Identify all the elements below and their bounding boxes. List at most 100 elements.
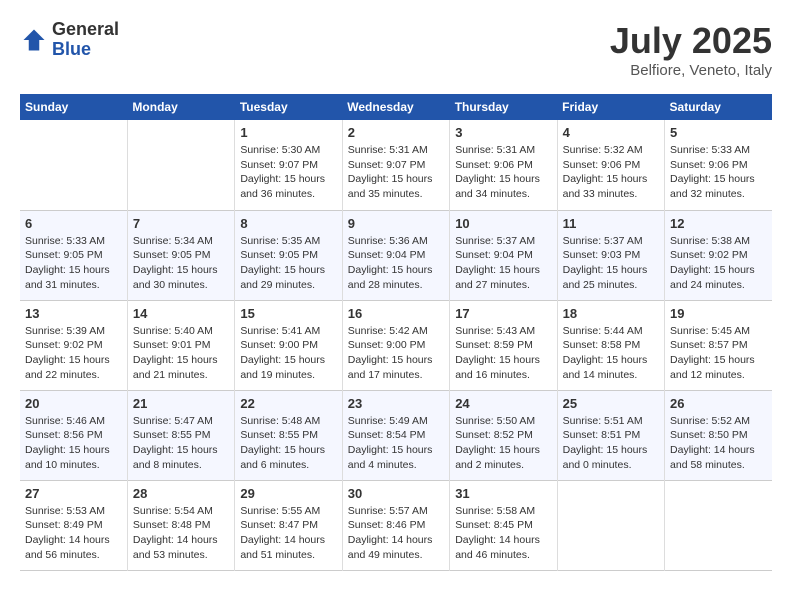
day-info: Sunrise: 5:45 AMSunset: 8:57 PMDaylight:… <box>670 324 767 383</box>
day-header-wednesday: Wednesday <box>342 94 449 120</box>
calendar-cell: 8 Sunrise: 5:35 AMSunset: 9:05 PMDaylight… <box>235 210 342 300</box>
week-row-4: 20 Sunrise: 5:46 AMSunset: 8:56 PMDayligh… <box>20 390 772 480</box>
day-info: Sunrise: 5:49 AMSunset: 8:54 PMDaylight:… <box>348 414 444 473</box>
day-info: Sunrise: 5:54 AMSunset: 8:48 PMDaylight:… <box>133 504 229 563</box>
day-number: 30 <box>348 486 444 501</box>
day-info: Sunrise: 5:46 AMSunset: 8:56 PMDaylight:… <box>25 414 122 473</box>
calendar-cell: 7 Sunrise: 5:34 AMSunset: 9:05 PMDaylight… <box>127 210 234 300</box>
day-number: 31 <box>455 486 551 501</box>
day-info: Sunrise: 5:31 AMSunset: 9:06 PMDaylight:… <box>455 143 551 202</box>
calendar-cell: 11 Sunrise: 5:37 AMSunset: 9:03 PMDayligh… <box>557 210 664 300</box>
day-number: 29 <box>240 486 336 501</box>
calendar-cell: 17Sunrise: 5:43 AMSunset: 8:59 PMDayligh… <box>450 300 557 390</box>
day-number: 7 <box>133 216 229 231</box>
day-number: 11 <box>563 216 659 231</box>
day-info: Sunrise: 5:40 AMSunset: 9:01 PMDaylight:… <box>133 324 229 383</box>
day-info: Sunrise: 5:41 AMSunset: 9:00 PMDaylight:… <box>240 324 336 383</box>
calendar-cell <box>20 120 127 210</box>
day-number: 1 <box>240 125 336 140</box>
day-info: Sunrise: 5:33 AMSunset: 9:05 PMDaylight:… <box>25 234 122 293</box>
calendar-cell: 25 Sunrise: 5:51 AMSunset: 8:51 PMDayligh… <box>557 390 664 480</box>
day-number: 25 <box>563 396 659 411</box>
day-info: Sunrise: 5:38 AMSunset: 9:02 PMDaylight:… <box>670 234 767 293</box>
logo-icon <box>20 26 48 54</box>
day-info: Sunrise: 5:53 AMSunset: 8:49 PMDaylight:… <box>25 504 122 563</box>
day-number: 10 <box>455 216 551 231</box>
day-info: Sunrise: 5:37 AMSunset: 9:03 PMDaylight:… <box>563 234 659 293</box>
day-number: 12 <box>670 216 767 231</box>
day-number: 17 <box>455 306 551 321</box>
day-info: Sunrise: 5:44 AMSunset: 8:58 PMDaylight:… <box>563 324 659 383</box>
day-info: Sunrise: 5:51 AMSunset: 8:51 PMDaylight:… <box>563 414 659 473</box>
day-header-thursday: Thursday <box>450 94 557 120</box>
logo-text: General Blue <box>52 20 119 60</box>
calendar-cell: 13Sunrise: 5:39 AMSunset: 9:02 PMDayligh… <box>20 300 127 390</box>
calendar-cell: 24Sunrise: 5:50 AMSunset: 8:52 PMDayligh… <box>450 390 557 480</box>
day-info: Sunrise: 5:57 AMSunset: 8:46 PMDaylight:… <box>348 504 444 563</box>
calendar-cell: 3 Sunrise: 5:31 AMSunset: 9:06 PMDaylight… <box>450 120 557 210</box>
day-number: 5 <box>670 125 767 140</box>
day-number: 27 <box>25 486 122 501</box>
day-number: 23 <box>348 396 444 411</box>
week-row-1: 1 Sunrise: 5:30 AMSunset: 9:07 PMDaylight… <box>20 120 772 210</box>
day-info: Sunrise: 5:37 AMSunset: 9:04 PMDaylight:… <box>455 234 551 293</box>
calendar-cell: 5 Sunrise: 5:33 AMSunset: 9:06 PMDaylight… <box>665 120 772 210</box>
calendar-cell: 9Sunrise: 5:36 AMSunset: 9:04 PMDaylight… <box>342 210 449 300</box>
week-row-2: 6Sunrise: 5:33 AMSunset: 9:05 PMDaylight… <box>20 210 772 300</box>
calendar-cell: 23 Sunrise: 5:49 AMSunset: 8:54 PMDayligh… <box>342 390 449 480</box>
day-header-saturday: Saturday <box>665 94 772 120</box>
day-number: 22 <box>240 396 336 411</box>
day-info: Sunrise: 5:33 AMSunset: 9:06 PMDaylight:… <box>670 143 767 202</box>
day-info: Sunrise: 5:39 AMSunset: 9:02 PMDaylight:… <box>25 324 122 383</box>
day-info: Sunrise: 5:34 AMSunset: 9:05 PMDaylight:… <box>133 234 229 293</box>
calendar-cell <box>127 120 234 210</box>
calendar-cell: 26Sunrise: 5:52 AMSunset: 8:50 PMDayligh… <box>665 390 772 480</box>
calendar-cell: 14 Sunrise: 5:40 AMSunset: 9:01 PMDayligh… <box>127 300 234 390</box>
calendar-cell <box>665 480 772 570</box>
day-info: Sunrise: 5:36 AMSunset: 9:04 PMDaylight:… <box>348 234 444 293</box>
day-info: Sunrise: 5:50 AMSunset: 8:52 PMDaylight:… <box>455 414 551 473</box>
day-info: Sunrise: 5:30 AMSunset: 9:07 PMDaylight:… <box>240 143 336 202</box>
calendar-cell: 18 Sunrise: 5:44 AMSunset: 8:58 PMDayligh… <box>557 300 664 390</box>
day-number: 8 <box>240 216 336 231</box>
day-number: 18 <box>563 306 659 321</box>
day-header-row: SundayMondayTuesdayWednesdayThursdayFrid… <box>20 94 772 120</box>
calendar-cell: 19 Sunrise: 5:45 AMSunset: 8:57 PMDayligh… <box>665 300 772 390</box>
day-info: Sunrise: 5:35 AMSunset: 9:05 PMDaylight:… <box>240 234 336 293</box>
calendar-cell: 12 Sunrise: 5:38 AMSunset: 9:02 PMDayligh… <box>665 210 772 300</box>
day-number: 21 <box>133 396 229 411</box>
day-number: 3 <box>455 125 551 140</box>
calendar-table: SundayMondayTuesdayWednesdayThursdayFrid… <box>20 94 772 571</box>
day-info: Sunrise: 5:47 AMSunset: 8:55 PMDaylight:… <box>133 414 229 473</box>
day-number: 20 <box>25 396 122 411</box>
month-title: July 2025 <box>610 20 772 62</box>
location-subtitle: Belfiore, Veneto, Italy <box>610 62 772 79</box>
calendar-cell: 31 Sunrise: 5:58 AMSunset: 8:45 PMDayligh… <box>450 480 557 570</box>
day-info: Sunrise: 5:32 AMSunset: 9:06 PMDaylight:… <box>563 143 659 202</box>
day-number: 19 <box>670 306 767 321</box>
day-number: 2 <box>348 125 444 140</box>
calendar-cell: 16Sunrise: 5:42 AMSunset: 9:00 PMDayligh… <box>342 300 449 390</box>
calendar-cell: 29Sunrise: 5:55 AMSunset: 8:47 PMDayligh… <box>235 480 342 570</box>
page-header: General Blue July 2025 Belfiore, Veneto,… <box>20 20 772 79</box>
calendar-cell: 30 Sunrise: 5:57 AMSunset: 8:46 PMDayligh… <box>342 480 449 570</box>
day-number: 15 <box>240 306 336 321</box>
day-header-monday: Monday <box>127 94 234 120</box>
day-info: Sunrise: 5:58 AMSunset: 8:45 PMDaylight:… <box>455 504 551 563</box>
day-number: 14 <box>133 306 229 321</box>
calendar-cell: 15 Sunrise: 5:41 AMSunset: 9:00 PMDayligh… <box>235 300 342 390</box>
logo-blue-text: Blue <box>52 40 119 60</box>
calendar-cell: 21 Sunrise: 5:47 AMSunset: 8:55 PMDayligh… <box>127 390 234 480</box>
title-block: July 2025 Belfiore, Veneto, Italy <box>610 20 772 79</box>
calendar-cell <box>557 480 664 570</box>
day-number: 26 <box>670 396 767 411</box>
calendar-cell: 20 Sunrise: 5:46 AMSunset: 8:56 PMDayligh… <box>20 390 127 480</box>
calendar-cell: 1 Sunrise: 5:30 AMSunset: 9:07 PMDaylight… <box>235 120 342 210</box>
week-row-5: 27 Sunrise: 5:53 AMSunset: 8:49 PMDayligh… <box>20 480 772 570</box>
day-header-sunday: Sunday <box>20 94 127 120</box>
logo: General Blue <box>20 20 119 60</box>
day-header-friday: Friday <box>557 94 664 120</box>
calendar-cell: 2Sunrise: 5:31 AMSunset: 9:07 PMDaylight… <box>342 120 449 210</box>
week-row-3: 13Sunrise: 5:39 AMSunset: 9:02 PMDayligh… <box>20 300 772 390</box>
calendar-cell: 28Sunrise: 5:54 AMSunset: 8:48 PMDayligh… <box>127 480 234 570</box>
